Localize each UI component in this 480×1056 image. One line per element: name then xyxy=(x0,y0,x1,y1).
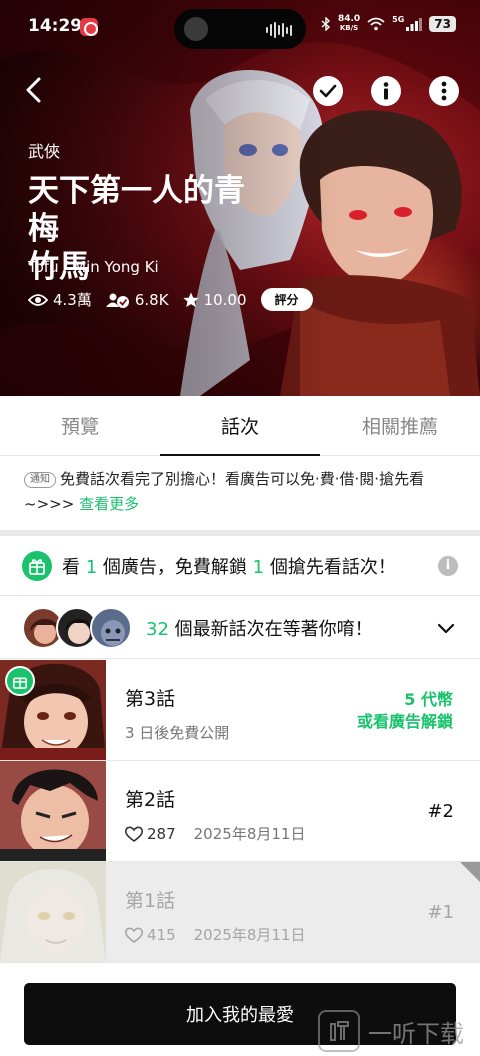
notice-tag: 通知 xyxy=(24,472,56,488)
unlock-price: 5 代幣 xyxy=(404,690,453,709)
genre-label: 武俠 xyxy=(28,142,61,161)
episode-row[interactable]: 第2話 287 2025年8月11日 #2 xyxy=(0,761,480,862)
heart-icon xyxy=(125,927,143,943)
subscribers-icon xyxy=(105,293,129,308)
views-count: 4.3萬 xyxy=(53,291,92,309)
episode-meta: 415 2025年8月11日 xyxy=(125,924,305,945)
views-stat: 4.3萬 xyxy=(28,289,92,310)
subscribe-check-button[interactable] xyxy=(313,76,343,106)
audio-wave-icon xyxy=(266,22,292,38)
episode-number: #1 xyxy=(427,902,454,923)
ad-unlock-text: 看 1 個廣告，免費解鎖 1 個搶先看話次！ xyxy=(62,556,396,578)
character-avatars xyxy=(22,606,134,649)
eye-icon xyxy=(28,293,48,306)
signal-label: 5G xyxy=(392,15,405,24)
tab-recommendations[interactable]: 相關推薦 xyxy=(320,396,480,455)
info-button[interactable] xyxy=(371,76,401,106)
avatar xyxy=(90,606,132,649)
more-icon xyxy=(441,81,447,101)
read-marker-corner xyxy=(460,862,480,882)
chevron-down-icon[interactable] xyxy=(434,616,458,640)
stats-row: 4.3萬 6.8K 10.00 評分 xyxy=(28,288,313,311)
watermark-text: 一听下载 xyxy=(368,1019,464,1048)
subscribers-count: 6.8K xyxy=(134,290,169,309)
back-button[interactable] xyxy=(18,74,50,106)
episode-title: 第1話 xyxy=(125,890,176,912)
status-time: 14:29 xyxy=(28,16,83,36)
episode-date: 2025年8月11日 xyxy=(193,825,306,843)
net-speed: 84.0 KB/S xyxy=(337,14,361,33)
signal-icon xyxy=(406,17,423,31)
battery-indicator: 73 xyxy=(429,16,456,32)
gift-badge-icon xyxy=(5,666,35,696)
episode-free-countdown: 3 日後免費公開 xyxy=(125,724,230,742)
episode-row[interactable]: 第1話 415 2025年8月11日 #1 xyxy=(0,862,480,963)
latest-episodes-text: 32 個最新話次在等著你唷！ xyxy=(146,618,373,640)
episode-meta: 287 2025年8月11日 xyxy=(125,823,305,844)
unlock-ad: 或看廣告解鎖 xyxy=(356,712,453,731)
rate-button[interactable]: 評分 xyxy=(260,288,313,311)
hero-banner: 14:29 84.0 KB/S 5G 73 武俠 天下第一人的青梅 竹馬 Tofu… xyxy=(0,0,480,396)
episode-thumbnail xyxy=(0,660,106,760)
rating-value: 10.00 xyxy=(203,290,247,309)
camera-icon xyxy=(184,17,208,41)
see-more-link[interactable]: 查看更多 xyxy=(79,495,139,513)
wifi-icon xyxy=(367,17,385,31)
rating-stat: 10.00 xyxy=(182,290,247,309)
episode-thumbnail xyxy=(0,761,106,861)
ad-info-icon[interactable]: i xyxy=(438,555,458,576)
check-icon xyxy=(319,84,337,98)
info-icon xyxy=(383,82,389,100)
watermark-logo-icon xyxy=(318,1010,360,1052)
heart-icon xyxy=(125,826,143,842)
star-icon xyxy=(182,292,199,307)
author-label: Tofu / Min Yong Ki xyxy=(28,258,159,276)
watermark: 一听下载 xyxy=(318,1010,464,1052)
tab-episodes[interactable]: 話次 xyxy=(160,396,320,456)
latest-episodes-row[interactable]: 32 個最新話次在等著你唷！ xyxy=(0,597,480,659)
episode-row[interactable]: 第3話 3 日後免費公開 5 代幣 或看廣告解鎖 xyxy=(0,660,480,761)
episode-likes: 287 xyxy=(147,824,176,843)
status-bar: 14:29 84.0 KB/S 5G 73 xyxy=(0,0,480,56)
ad-unlock-row[interactable]: 看 1 個廣告，免費解鎖 1 個搶先看話次！ i xyxy=(0,536,480,596)
episode-unlock-options[interactable]: 5 代幣 或看廣告解鎖 xyxy=(357,689,453,733)
episode-thumbnail xyxy=(0,862,106,962)
episode-number: #2 xyxy=(427,801,454,822)
notice-banner: 通知 免費話次看完了別擔心！看廣告可以免·費·借·閱·搶先看~>>> 查看更多 xyxy=(24,467,460,517)
gift-icon xyxy=(22,550,52,581)
tab-preview[interactable]: 預覽 xyxy=(0,396,160,455)
status-icons: 84.0 KB/S 5G 73 xyxy=(321,15,456,33)
dynamic-island xyxy=(174,9,306,49)
episode-title: 第3話 xyxy=(125,688,176,710)
episode-likes: 415 xyxy=(147,925,176,944)
more-options-button[interactable] xyxy=(429,76,459,106)
app-notification-icon xyxy=(80,18,98,36)
tab-bar: 預覽 話次 相關推薦 xyxy=(0,396,480,456)
episode-title: 第2話 xyxy=(125,789,176,811)
bluetooth-icon xyxy=(321,17,330,31)
subscribers-stat: 6.8K xyxy=(105,290,169,309)
back-icon xyxy=(26,77,41,103)
episode-date: 2025年8月11日 xyxy=(193,926,306,944)
